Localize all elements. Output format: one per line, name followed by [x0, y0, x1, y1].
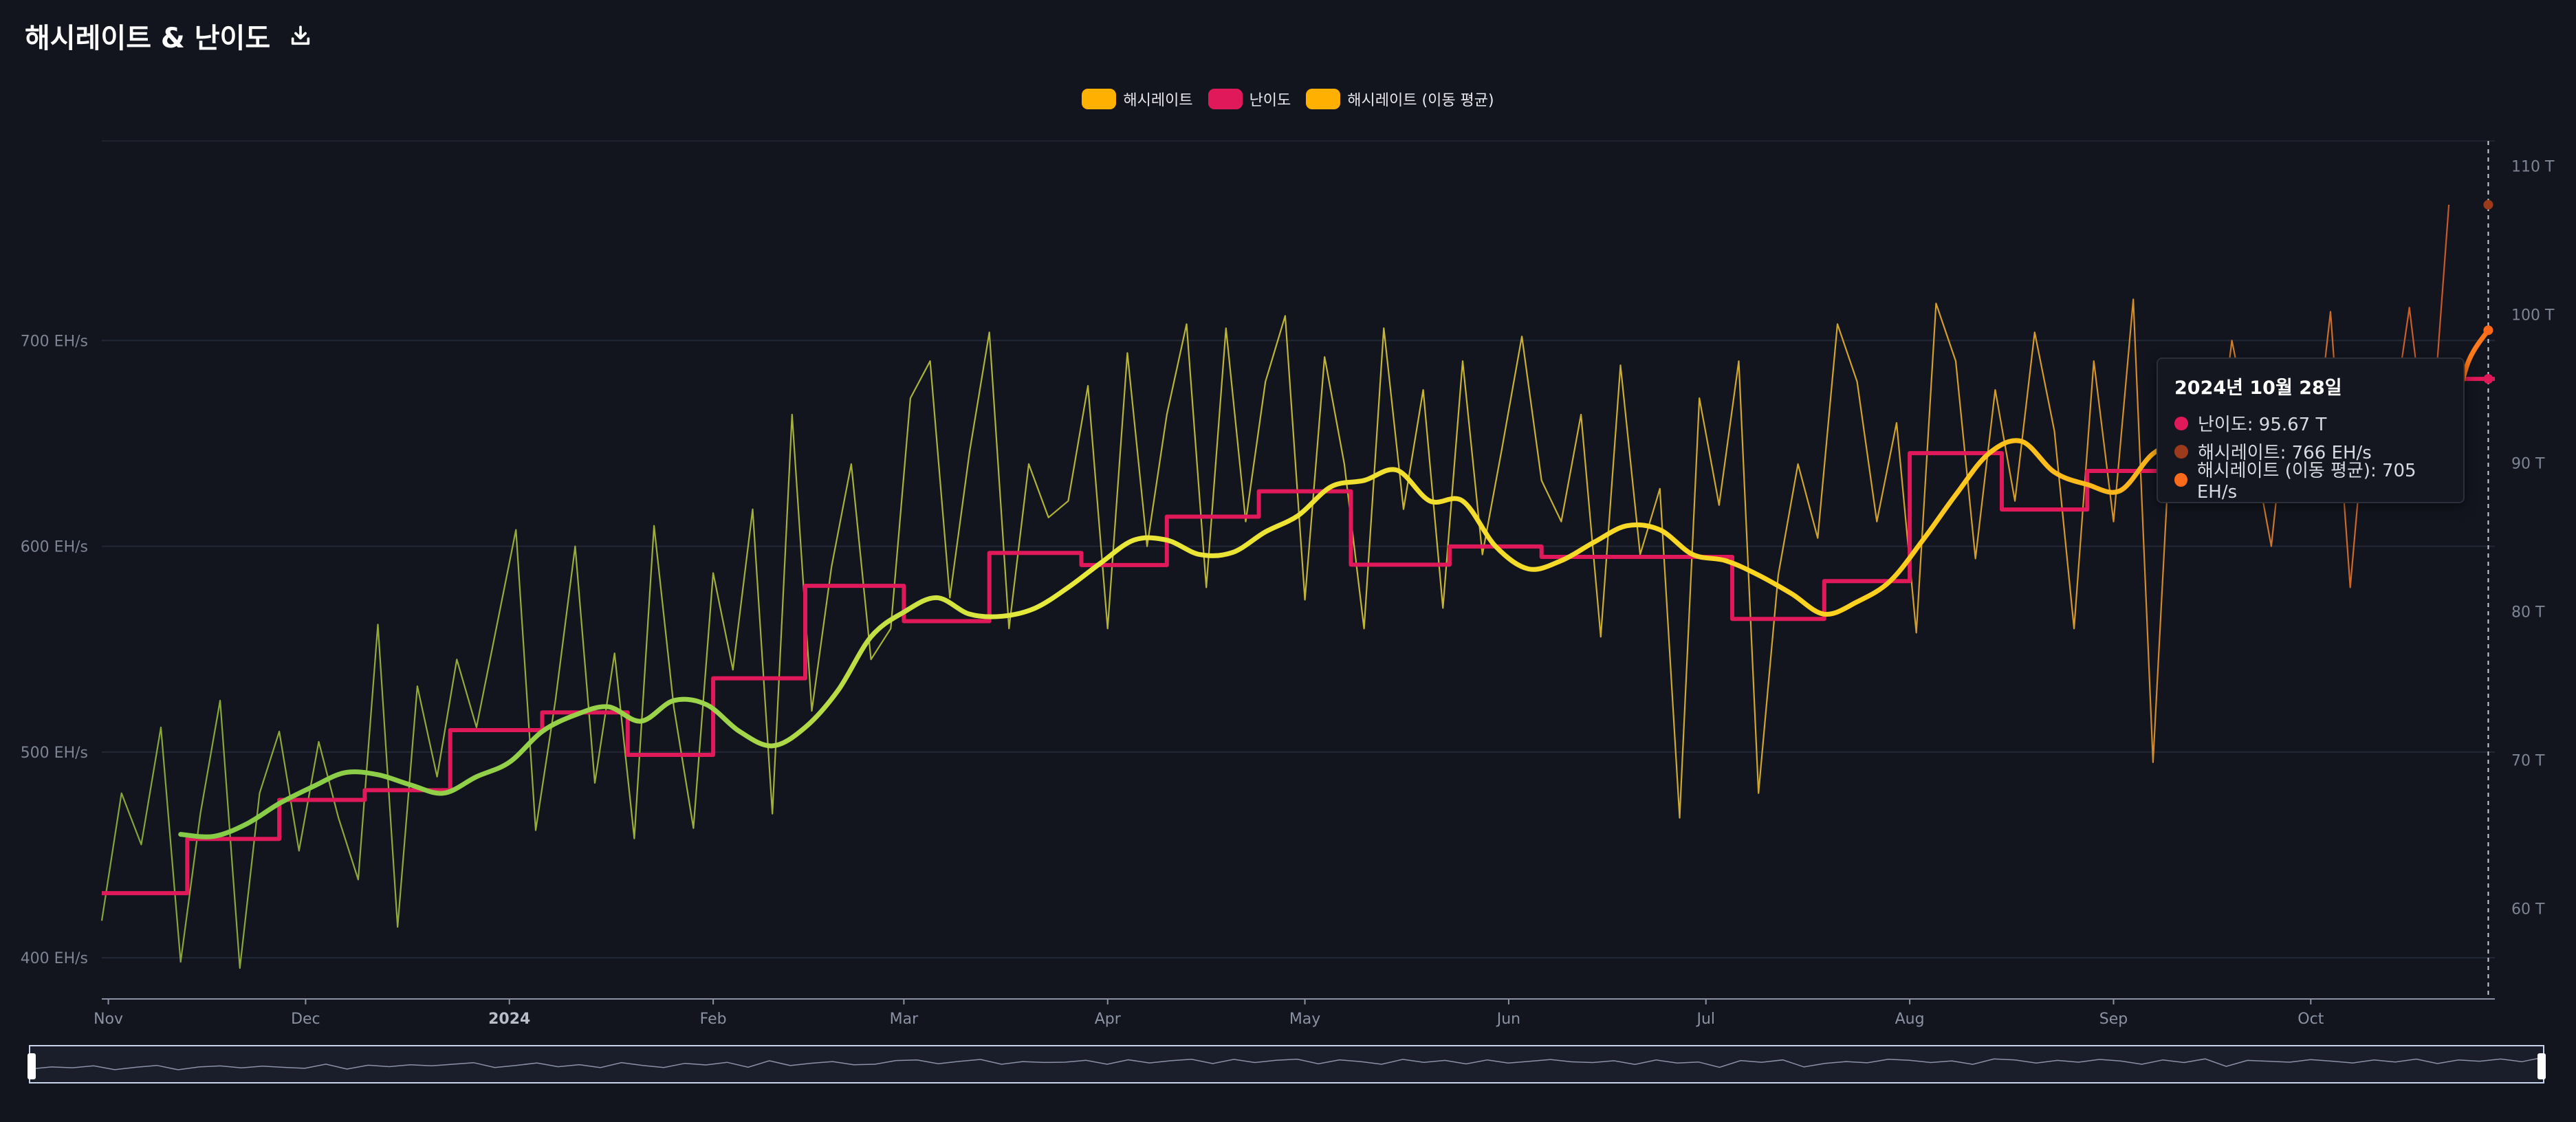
- x-tick-label: Sep: [2099, 1011, 2128, 1028]
- series: [100, 204, 2495, 969]
- y-left-tick-label: 500 EH/s: [21, 745, 88, 762]
- grid-lines: [102, 140, 2495, 959]
- navigator-handle-right[interactable]: [2537, 1053, 2546, 1079]
- y-left-tick-label: 700 EH/s: [21, 333, 88, 350]
- y-right-tick-label: 110 T: [2511, 159, 2555, 176]
- x-tick-label: Feb: [700, 1011, 727, 1028]
- tooltip-dot-hashrate: [2174, 444, 2188, 459]
- x-tick-label: Jul: [1695, 1011, 1715, 1028]
- tooltip-dot-hashrate-ma: [2174, 472, 2187, 487]
- tooltip-date: 2024년 10월 28일: [2174, 377, 2342, 399]
- chart-tooltip: 2024년 10월 28일 난이도: 95.67 T 해시레이트: 766 EH…: [2157, 358, 2465, 503]
- tooltip-text-hashrate-ma: 해시레이트 (이동 평균): 705 EH/s: [2196, 461, 2416, 503]
- y-left-tick-label: 400 EH/s: [21, 950, 88, 967]
- y-right-tick-label: 60 T: [2511, 901, 2545, 918]
- x-tick-label: Oct: [2297, 1011, 2324, 1028]
- crosshair: [2483, 141, 2493, 999]
- series-line-hashrate: [100, 204, 2450, 969]
- x-tick-label: Mar: [890, 1011, 919, 1028]
- y-left-tick-label: 600 EH/s: [21, 539, 88, 556]
- x-tick-label: Aug: [1895, 1011, 1925, 1028]
- y-right-tick-label: 80 T: [2511, 604, 2545, 621]
- x-tick-label: Apr: [1095, 1011, 1122, 1028]
- y-right-tick-label: 90 T: [2511, 456, 2545, 473]
- series-line-hashrate-ma: [178, 327, 2491, 839]
- navigator-handle-left[interactable]: [28, 1053, 36, 1079]
- y-right-tick-label: 70 T: [2511, 752, 2545, 769]
- x-tick-label: 2024: [488, 1011, 530, 1028]
- series-line-difficulty: [102, 377, 2495, 896]
- navigator-preview: [30, 1057, 2543, 1070]
- x-tick-label: May: [1289, 1011, 1320, 1028]
- y-right-tick-label: 100 T: [2511, 307, 2555, 324]
- x-tick-label: Dec: [291, 1011, 320, 1028]
- hashrate-difficulty-chart[interactable]: 400 EH/s 500 EH/s 600 EH/s 700 EH/s 60 T 70 T…: [0, 0, 2576, 1122]
- tooltip-row-difficulty: 난이도: 95.67 T: [2174, 409, 2447, 437]
- tooltip-dot-difficulty: [2174, 416, 2188, 430]
- x-tick-label: Jun: [1496, 1011, 1520, 1028]
- tooltip-text-difficulty: 난이도: 95.67 T: [2198, 415, 2327, 435]
- range-navigator[interactable]: [28, 1045, 2546, 1084]
- crosshair-marker-hashrate: [2483, 199, 2493, 210]
- crosshair-marker-difficulty: [2483, 374, 2493, 384]
- x-tick-label: Nov: [94, 1011, 123, 1028]
- tooltip-row-hashrate-ma: 해시레이트 (이동 평균): 705 EH/s: [2174, 461, 2447, 503]
- crosshair-marker-hashrate-ma: [2483, 325, 2493, 336]
